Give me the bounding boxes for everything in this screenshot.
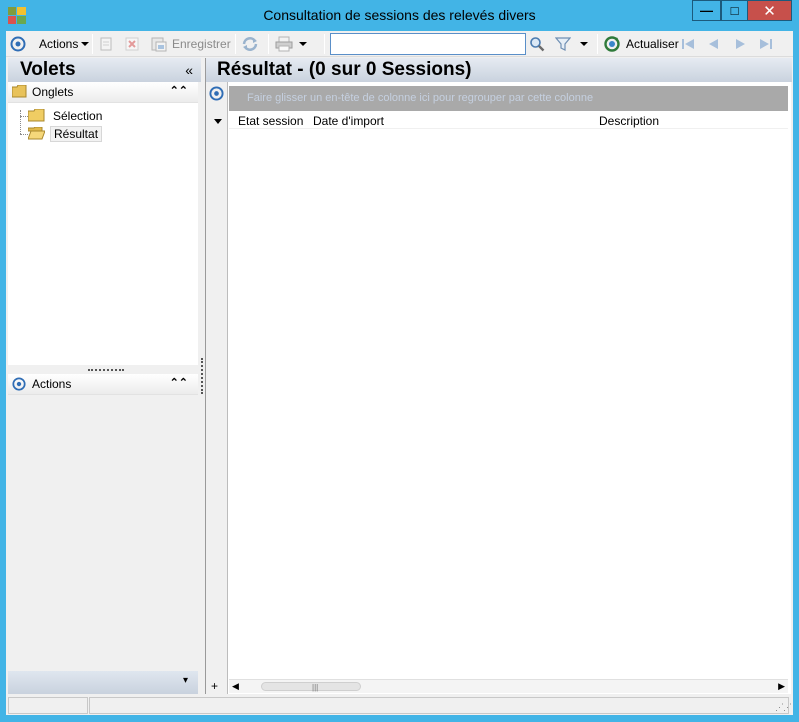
add-row-icon[interactable]: + xyxy=(211,679,218,693)
save-button[interactable]: Enregistrer xyxy=(151,34,231,54)
status-cell-2 xyxy=(89,697,789,714)
tabs-tree: Sélection Résultat xyxy=(8,103,198,365)
search-input[interactable] xyxy=(331,34,525,54)
section-label-onglets: Onglets xyxy=(32,85,74,99)
folder-icon xyxy=(28,109,45,122)
group-by-panel[interactable]: Faire glisser un en-tête de colonne ici … xyxy=(229,86,788,111)
result-title: Résultat - (0 sur 0 Sessions) xyxy=(217,59,472,80)
toolbar-separator xyxy=(597,34,598,54)
folder-icon xyxy=(12,85,27,98)
first-page-icon[interactable] xyxy=(680,36,696,52)
refresh-icon xyxy=(604,36,620,52)
previous-page-icon[interactable] xyxy=(706,36,722,52)
close-icon: ✕ xyxy=(763,2,776,20)
section-splitter[interactable] xyxy=(88,369,124,371)
search-icon[interactable] xyxy=(529,34,545,54)
toolbar-separator xyxy=(235,34,236,54)
collapse-section-icon[interactable]: ⌃⌃ xyxy=(170,376,188,389)
column-header-date-import[interactable]: Date d'import xyxy=(313,114,384,128)
chevron-down-icon[interactable]: ▾ xyxy=(183,675,188,686)
column-header-row: Etat session Date d'import Description xyxy=(229,112,788,129)
refresh-button[interactable]: Actualiser xyxy=(604,34,679,54)
tree-connector xyxy=(20,116,28,117)
chevron-down-icon xyxy=(299,42,307,46)
collapse-panel-icon[interactable]: « xyxy=(185,62,193,78)
new-document-icon[interactable] xyxy=(99,34,113,54)
left-panel: Volets « Onglets ⌃⌃ Sélection Résultat A… xyxy=(8,58,201,694)
title-bar[interactable]: Consultation de sessions des relevés div… xyxy=(0,0,799,31)
filter-icon xyxy=(555,37,571,51)
tree-connector xyxy=(20,110,21,134)
toolbar-separator xyxy=(268,34,269,54)
panel-splitter[interactable] xyxy=(201,358,203,394)
left-panel-header: Volets « xyxy=(8,58,201,82)
open-folder-icon xyxy=(28,127,45,140)
grid-row-selector-column xyxy=(206,82,228,694)
column-header-description[interactable]: Description xyxy=(599,114,659,128)
save-icon xyxy=(151,37,167,52)
scroll-right-icon[interactable]: ▶ xyxy=(778,681,785,692)
toolbar: Actions Enregistrer Actualiser xyxy=(6,31,793,57)
tree-item-selection[interactable]: Sélection xyxy=(28,107,105,124)
target-icon xyxy=(12,377,26,391)
maximize-button[interactable]: □ xyxy=(721,0,748,21)
left-panel-title: Volets xyxy=(20,59,76,80)
collapse-section-icon[interactable]: ⌃⌃ xyxy=(170,84,188,97)
group-by-hint: Faire glisser un en-tête de colonne ici … xyxy=(247,92,594,104)
result-header: Résultat - (0 sur 0 Sessions) xyxy=(206,58,792,82)
horizontal-scrollbar[interactable]: + ◀ ||| ▶ xyxy=(211,679,788,693)
toolbar-separator xyxy=(324,34,325,54)
next-page-icon[interactable] xyxy=(732,36,748,52)
section-label-actions: Actions xyxy=(32,377,72,391)
section-header-onglets[interactable]: Onglets ⌃⌃ xyxy=(8,82,198,103)
sync-icon[interactable] xyxy=(241,34,259,54)
chevron-down-icon xyxy=(580,42,588,46)
chevron-down-icon xyxy=(81,42,90,46)
actions-menu-label: Actions xyxy=(39,37,79,51)
status-bar: ⋰⋰ xyxy=(6,695,793,715)
print-button[interactable] xyxy=(275,34,307,54)
left-panel-footer: ▾ xyxy=(8,671,198,694)
tree-connector xyxy=(20,134,28,135)
application-window: Consultation de sessions des relevés div… xyxy=(0,0,799,722)
tree-item-resultat[interactable]: Résultat xyxy=(28,125,103,142)
search-input-box[interactable] xyxy=(330,33,526,55)
close-button[interactable]: ✕ xyxy=(747,0,792,21)
minimize-button[interactable]: — xyxy=(692,0,721,21)
resize-grip-icon[interactable]: ⋰⋰ xyxy=(775,702,792,713)
column-header-etat-session[interactable]: Etat session xyxy=(238,114,303,128)
delete-icon[interactable] xyxy=(125,34,139,54)
tree-item-label: Sélection xyxy=(53,108,103,123)
column-chooser-icon[interactable] xyxy=(214,119,222,124)
filter-button[interactable] xyxy=(555,34,588,54)
grip-icon: ||| xyxy=(312,683,319,692)
save-label: Enregistrer xyxy=(172,37,231,51)
last-page-icon[interactable] xyxy=(758,36,774,52)
window-title: Consultation de sessions des relevés div… xyxy=(263,7,536,23)
actions-menu-button[interactable]: Actions xyxy=(39,34,90,54)
print-icon xyxy=(275,36,293,52)
tree-item-label: Résultat xyxy=(50,125,103,142)
result-panel: Résultat - (0 sur 0 Sessions) Faire glis… xyxy=(205,58,792,694)
client-area: Actions Enregistrer Actualiser Volets « … xyxy=(6,31,793,715)
status-cell-1 xyxy=(8,697,88,714)
target-icon[interactable] xyxy=(209,86,224,101)
actions-pane xyxy=(8,395,198,665)
minimize-icon: — xyxy=(700,3,713,18)
target-icon[interactable] xyxy=(10,34,26,54)
section-header-actions[interactable]: Actions ⌃⌃ xyxy=(8,374,198,395)
scrollbar-thumb[interactable]: ||| xyxy=(261,682,361,692)
maximize-icon: □ xyxy=(730,3,739,18)
toolbar-separator xyxy=(92,34,93,54)
scroll-left-icon[interactable]: ◀ xyxy=(232,681,239,692)
refresh-label: Actualiser xyxy=(626,37,679,51)
